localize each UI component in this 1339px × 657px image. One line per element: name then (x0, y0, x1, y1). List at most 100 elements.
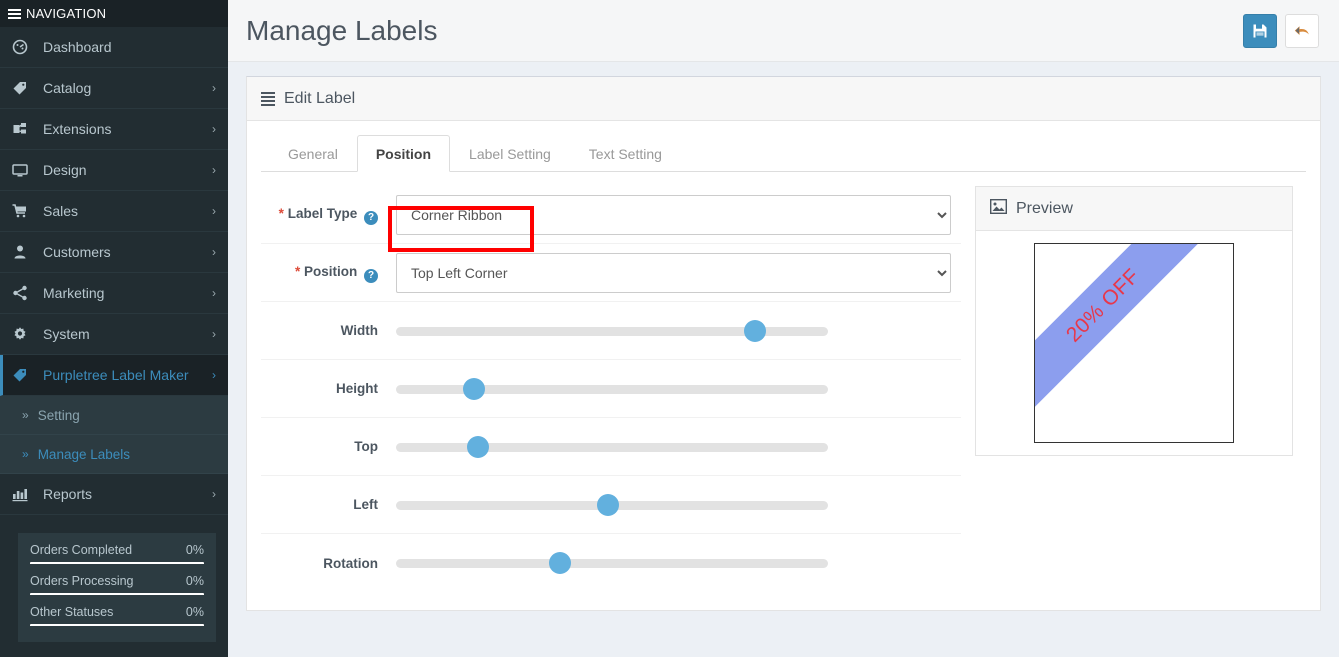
left-slider[interactable] (396, 493, 828, 516)
sidebar-item-setting[interactable]: » Setting (0, 396, 228, 435)
slider-handle[interactable] (743, 319, 766, 342)
form-group-height: Height (261, 360, 961, 418)
sidebar-item-system[interactable]: System › (0, 314, 228, 355)
slider-handle[interactable] (467, 435, 490, 458)
position-tab-panel: * Label Type ? Corner Ribbon * Position … (261, 186, 1306, 592)
position-label-text: Position (303, 264, 358, 279)
hamburger-icon[interactable] (8, 8, 21, 19)
left-label: Left (353, 497, 378, 512)
position-label: * Position ? (261, 262, 396, 283)
sidebar-item-marketing[interactable]: Marketing › (0, 273, 228, 314)
help-icon[interactable]: ? (364, 211, 378, 225)
tab-general[interactable]: General (269, 135, 357, 172)
stat-label: Orders Completed (30, 543, 133, 557)
slider-handle[interactable] (462, 377, 485, 400)
sidebar-item-label: Extensions (43, 121, 112, 137)
gear-icon (12, 326, 34, 342)
slider-track (396, 442, 828, 452)
form-group-left: Left (261, 476, 961, 534)
corner-ribbon: 20% OFF (1035, 244, 1226, 429)
sidebar-item-label: Reports (43, 486, 93, 502)
rotation-label: Rotation (323, 555, 378, 571)
user-icon (12, 244, 34, 260)
stat-orders-completed: Orders Completed 0% (30, 543, 204, 565)
sidebar-item-label: Catalog (43, 80, 92, 96)
sidebar-item-customers[interactable]: Customers › (0, 232, 228, 273)
stat-value: 0% (185, 543, 204, 557)
image-icon (989, 198, 1008, 219)
width-slider[interactable] (396, 319, 828, 342)
label-type-label: * Label Type ? (261, 204, 396, 225)
sidebar-header-label: NAVIGATION (26, 6, 107, 21)
progress-bar (30, 593, 204, 596)
sidebar-item-manage-labels[interactable]: » Manage Labels (0, 435, 228, 474)
sidebar-item-dashboard[interactable]: Dashboard (0, 27, 228, 68)
form-group-rotation: Rotation (261, 534, 961, 592)
sidebar-stats: Orders Completed 0% Orders Processing 0%… (18, 533, 216, 642)
form-controls: * Label Type ? Corner Ribbon * Position … (261, 186, 961, 592)
position-select[interactable]: Top Left Corner (396, 252, 951, 293)
sidebar-item-design[interactable]: Design › (0, 150, 228, 191)
ribbon-text: 20% OFF (1061, 264, 1144, 347)
page-title: Manage Labels (246, 14, 438, 46)
sidebar-item-catalog[interactable]: Catalog › (0, 68, 228, 109)
sidebar-header[interactable]: NAVIGATION (0, 0, 228, 27)
sidebar-item-extensions[interactable]: Extensions › (0, 109, 228, 150)
back-button[interactable] (1285, 13, 1319, 48)
height-slider[interactable] (396, 377, 828, 400)
sidebar-subitem-label: Setting (37, 407, 80, 423)
slider-track (396, 559, 828, 568)
edit-label-box-header: Edit Label (247, 77, 1320, 121)
box-title: Edit Label (284, 89, 356, 107)
chevron-right-icon: › (212, 163, 216, 177)
main-content: Manage Labels Edit Label General Positio… (228, 0, 1339, 657)
required-marker: * (294, 264, 301, 279)
rotation-slider[interactable] (396, 552, 828, 574)
top-label: Top (354, 439, 378, 454)
double-chevron-icon: » (22, 447, 29, 461)
sidebar-menu-bottom: Reports › (0, 474, 228, 515)
preview-header: Preview (976, 187, 1292, 231)
sidebar-subitem-label: Manage Labels (37, 446, 131, 462)
chevron-right-icon: › (212, 487, 216, 501)
label-type-label-text: Label Type (287, 206, 358, 221)
save-button[interactable] (1243, 13, 1277, 48)
sidebar-item-reports[interactable]: Reports › (0, 474, 228, 515)
stat-label: Orders Processing (30, 574, 134, 588)
help-icon[interactable]: ? (364, 269, 378, 283)
slider-handle[interactable] (596, 493, 619, 516)
edit-label-box-body: General Position Label Setting Text Sett… (247, 121, 1320, 610)
label-type-select[interactable]: Corner Ribbon (396, 194, 951, 235)
stat-value: 0% (185, 574, 204, 588)
height-label: Height (336, 381, 378, 396)
required-marker: * (278, 206, 284, 221)
sidebar-item-label: Dashboard (43, 39, 112, 55)
chevron-right-icon: › (212, 368, 216, 382)
slider-track (396, 384, 828, 394)
chevron-right-icon: › (212, 327, 216, 341)
bar-chart-icon (12, 486, 34, 502)
sidebar-item-label: Purpletree Label Maker (43, 367, 189, 383)
form-group-position: * Position ? Top Left Corner (261, 244, 961, 302)
sidebar-item-sales[interactable]: Sales › (0, 191, 228, 232)
monitor-icon (12, 162, 34, 178)
tab-label-setting[interactable]: Label Setting (450, 135, 570, 172)
content-header: Manage Labels (228, 0, 1339, 62)
top-slider[interactable] (396, 435, 828, 458)
slider-handle[interactable] (549, 552, 572, 574)
puzzle-icon (12, 121, 34, 137)
sidebar-item-label: Customers (43, 244, 111, 260)
preview-body: 20% OFF (976, 231, 1292, 455)
header-actions (1243, 13, 1319, 48)
progress-bar (30, 624, 204, 627)
list-icon (261, 91, 275, 106)
chevron-right-icon: › (212, 122, 216, 136)
preview-canvas: 20% OFF (1034, 243, 1234, 443)
tab-position[interactable]: Position (356, 135, 451, 172)
share-icon (12, 285, 34, 301)
form-group-label-type: * Label Type ? Corner Ribbon (261, 186, 961, 244)
form-group-width: Width (261, 302, 961, 360)
sidebar-menu: Dashboard Catalog › Extensions › Design … (0, 27, 228, 396)
tab-text-setting[interactable]: Text Setting (570, 135, 681, 172)
sidebar-item-purpletree-label-maker[interactable]: Purpletree Label Maker › (0, 355, 228, 396)
